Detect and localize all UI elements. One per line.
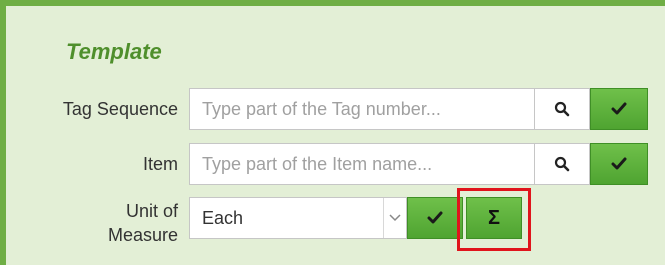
unit-of-measure-label: Unit of Measure: [6, 199, 178, 247]
tag-sequence-confirm-button[interactable]: [590, 88, 648, 130]
highlight-box: [457, 188, 531, 251]
item-input[interactable]: Type part of the Item name...: [189, 143, 535, 185]
item-label: Item: [142, 154, 178, 174]
tag-sequence-label: Tag Sequence: [62, 99, 178, 119]
item-confirm-button[interactable]: [590, 143, 648, 185]
checkmark-icon: [611, 157, 627, 170]
unit-of-measure-value: Each: [202, 207, 244, 228]
unit-of-measure-label-line1: Unit of: [125, 201, 178, 221]
section-title: Template: [66, 39, 162, 64]
checkmark-icon: [611, 102, 627, 115]
checkmark-icon: [427, 211, 443, 224]
search-icon: [554, 156, 570, 172]
unit-of-measure-confirm-button[interactable]: [407, 197, 463, 239]
tag-sequence-input[interactable]: Type part of the Tag number...: [189, 88, 535, 130]
unit-of-measure-select[interactable]: Each: [189, 197, 407, 239]
chevron-down-icon: [383, 198, 406, 238]
item-search-button[interactable]: [534, 143, 590, 185]
unit-of-measure-label-line2: Measure: [107, 225, 178, 245]
tag-sequence-search-button[interactable]: [534, 88, 590, 130]
search-icon: [554, 101, 570, 117]
template-panel: Template Tag Sequence Type part of the T…: [0, 0, 665, 265]
